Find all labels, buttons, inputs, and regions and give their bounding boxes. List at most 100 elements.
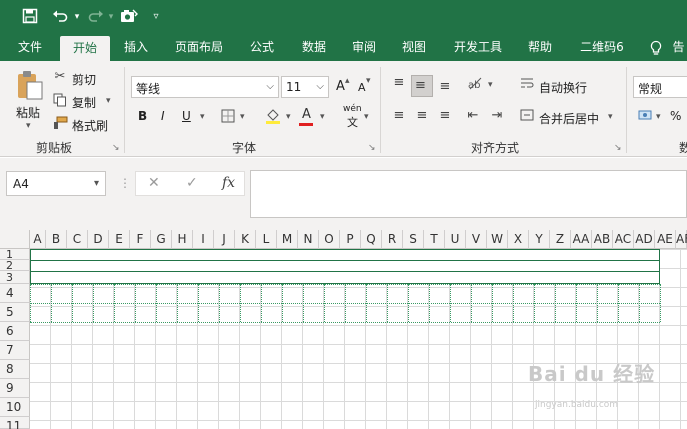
column-header-z[interactable]: Z	[550, 230, 571, 249]
column-header-o[interactable]: O	[319, 230, 340, 249]
column-header-b[interactable]: B	[46, 230, 67, 249]
column-header-y[interactable]: Y	[529, 230, 550, 249]
font-size-select[interactable]: 11 ⌵	[281, 76, 329, 98]
underline-dropdown-chevron-down-icon[interactable]: ▾	[200, 112, 205, 122]
column-header-g[interactable]: G	[151, 230, 172, 249]
tab-file[interactable]: 文件	[8, 34, 52, 61]
column-header-u[interactable]: U	[445, 230, 466, 249]
increase-indent-icon[interactable]: ⇥	[488, 108, 506, 124]
column-header-j[interactable]: J	[214, 230, 235, 249]
tab-tell-me-partial[interactable]: 告	[670, 34, 687, 61]
row-header-10[interactable]: 10	[0, 398, 30, 417]
phonetic-button[interactable]: wén	[343, 104, 362, 114]
row-header-2[interactable]: 2	[0, 260, 30, 271]
column-header-a[interactable]: A	[30, 230, 46, 249]
copy-button[interactable]: 复制	[72, 94, 96, 111]
copy-icon[interactable]	[52, 93, 68, 112]
column-header-p[interactable]: P	[340, 230, 361, 249]
orientation-dropdown-chevron-down-icon[interactable]: ▾	[488, 80, 493, 90]
align-bottom-icon[interactable]: ≡	[436, 79, 454, 95]
formula-bar-grip-icon[interactable]: ⋮	[119, 176, 131, 190]
border-icon[interactable]	[220, 109, 236, 128]
align-left-icon[interactable]: ≡	[390, 108, 408, 124]
tab-data[interactable]: 数据	[294, 34, 334, 61]
column-header-af[interactable]: AF	[676, 230, 687, 249]
wrap-text-icon[interactable]	[519, 76, 535, 95]
currency-dropdown-chevron-down-icon[interactable]: ▾	[656, 112, 661, 122]
tab-home[interactable]: 开始	[60, 36, 110, 61]
scissors-icon[interactable]: ✂	[52, 69, 68, 85]
column-header-ab[interactable]: AB	[592, 230, 613, 249]
row-header-5[interactable]: 5	[0, 303, 30, 322]
merge-dropdown-chevron-down-icon[interactable]: ▾	[608, 112, 613, 122]
decrease-indent-icon[interactable]: ⇤	[464, 108, 482, 124]
column-header-l[interactable]: L	[256, 230, 277, 249]
save-icon[interactable]	[20, 8, 40, 26]
row-header-7[interactable]: 7	[0, 341, 30, 360]
clipboard-launcher-icon[interactable]: ↘	[112, 143, 120, 153]
column-header-c[interactable]: C	[67, 230, 88, 249]
tab-help[interactable]: 帮助	[520, 34, 560, 61]
border-dropdown-chevron-down-icon[interactable]: ▾	[240, 112, 245, 122]
merge-center-icon[interactable]	[519, 108, 535, 127]
tab-developer[interactable]: 开发工具	[446, 34, 510, 61]
row-header-9[interactable]: 9	[0, 379, 30, 398]
tab-qrcode[interactable]: 二维码6	[572, 34, 632, 61]
tab-view[interactable]: 视图	[394, 34, 434, 61]
paste-dropdown-chevron-down-icon[interactable]: ▾	[26, 121, 31, 131]
font-color-dropdown-chevron-down-icon[interactable]: ▾	[320, 112, 325, 122]
row-header-3[interactable]: 3	[0, 271, 30, 284]
column-header-aa[interactable]: AA	[571, 230, 592, 249]
format-painter-icon[interactable]	[52, 116, 68, 135]
column-header-e[interactable]: E	[109, 230, 130, 249]
bold-button[interactable]: B	[138, 109, 147, 123]
column-header-ae[interactable]: AE	[655, 230, 676, 249]
italic-button[interactable]: I	[161, 109, 165, 123]
align-middle-button[interactable]: ≡	[411, 75, 433, 97]
paste-icon[interactable]	[14, 69, 46, 101]
column-header-m[interactable]: M	[277, 230, 298, 249]
tab-page-layout[interactable]: 页面布局	[168, 34, 230, 61]
redo-icon[interactable]	[86, 8, 106, 26]
number-format-select[interactable]: 常规	[633, 76, 687, 98]
column-header-x[interactable]: X	[508, 230, 529, 249]
insert-function-icon[interactable]: fx	[222, 175, 235, 191]
row-header-11[interactable]: 11	[0, 417, 30, 429]
paste-button[interactable]: 粘贴	[16, 104, 40, 121]
cut-button[interactable]: 剪切	[72, 71, 96, 88]
cancel-icon[interactable]: ✕	[148, 175, 160, 191]
formula-input[interactable]	[250, 170, 687, 218]
row-header-4[interactable]: 4	[0, 284, 30, 303]
column-header-i[interactable]: I	[193, 230, 214, 249]
align-center-icon[interactable]: ≡	[413, 108, 431, 124]
column-header-h[interactable]: H	[172, 230, 193, 249]
row-header-6[interactable]: 6	[0, 322, 30, 341]
underline-button[interactable]: U	[182, 109, 191, 123]
column-header-d[interactable]: D	[88, 230, 109, 249]
column-header-ac[interactable]: AC	[613, 230, 634, 249]
customize-toolbar-chevron-down-icon[interactable]: ▿	[150, 8, 162, 26]
alignment-launcher-icon[interactable]: ↘	[614, 143, 622, 153]
select-all-corner[interactable]	[0, 230, 30, 249]
grow-font-button[interactable]: A	[336, 79, 345, 94]
wrap-text-button[interactable]: 自动换行	[539, 79, 587, 96]
align-top-icon[interactable]: ≡	[390, 75, 408, 91]
merge-center-button[interactable]: 合并后居中	[539, 110, 599, 127]
format-painter-button[interactable]: 格式刷	[72, 117, 108, 134]
row-header-8[interactable]: 8	[0, 360, 30, 379]
font-launcher-icon[interactable]: ↘	[368, 143, 376, 153]
name-box[interactable]: A4 ▾	[6, 171, 106, 196]
currency-icon[interactable]	[637, 107, 655, 128]
redo-dropdown-icon[interactable]: ▾	[106, 8, 116, 26]
column-header-k[interactable]: K	[235, 230, 256, 249]
column-header-t[interactable]: T	[424, 230, 445, 249]
lightbulb-icon[interactable]	[646, 34, 666, 61]
undo-dropdown-icon[interactable]: ▾	[72, 8, 82, 26]
fill-color-icon[interactable]	[264, 107, 282, 130]
tab-insert[interactable]: 插入	[116, 34, 156, 61]
merged-row-3[interactable]	[30, 271, 660, 284]
phonetic-dropdown-chevron-down-icon[interactable]: ▾	[364, 112, 369, 122]
orientation-icon[interactable]: ab	[466, 75, 484, 96]
column-header-n[interactable]: N	[298, 230, 319, 249]
row-header-1[interactable]: 1	[0, 249, 30, 260]
